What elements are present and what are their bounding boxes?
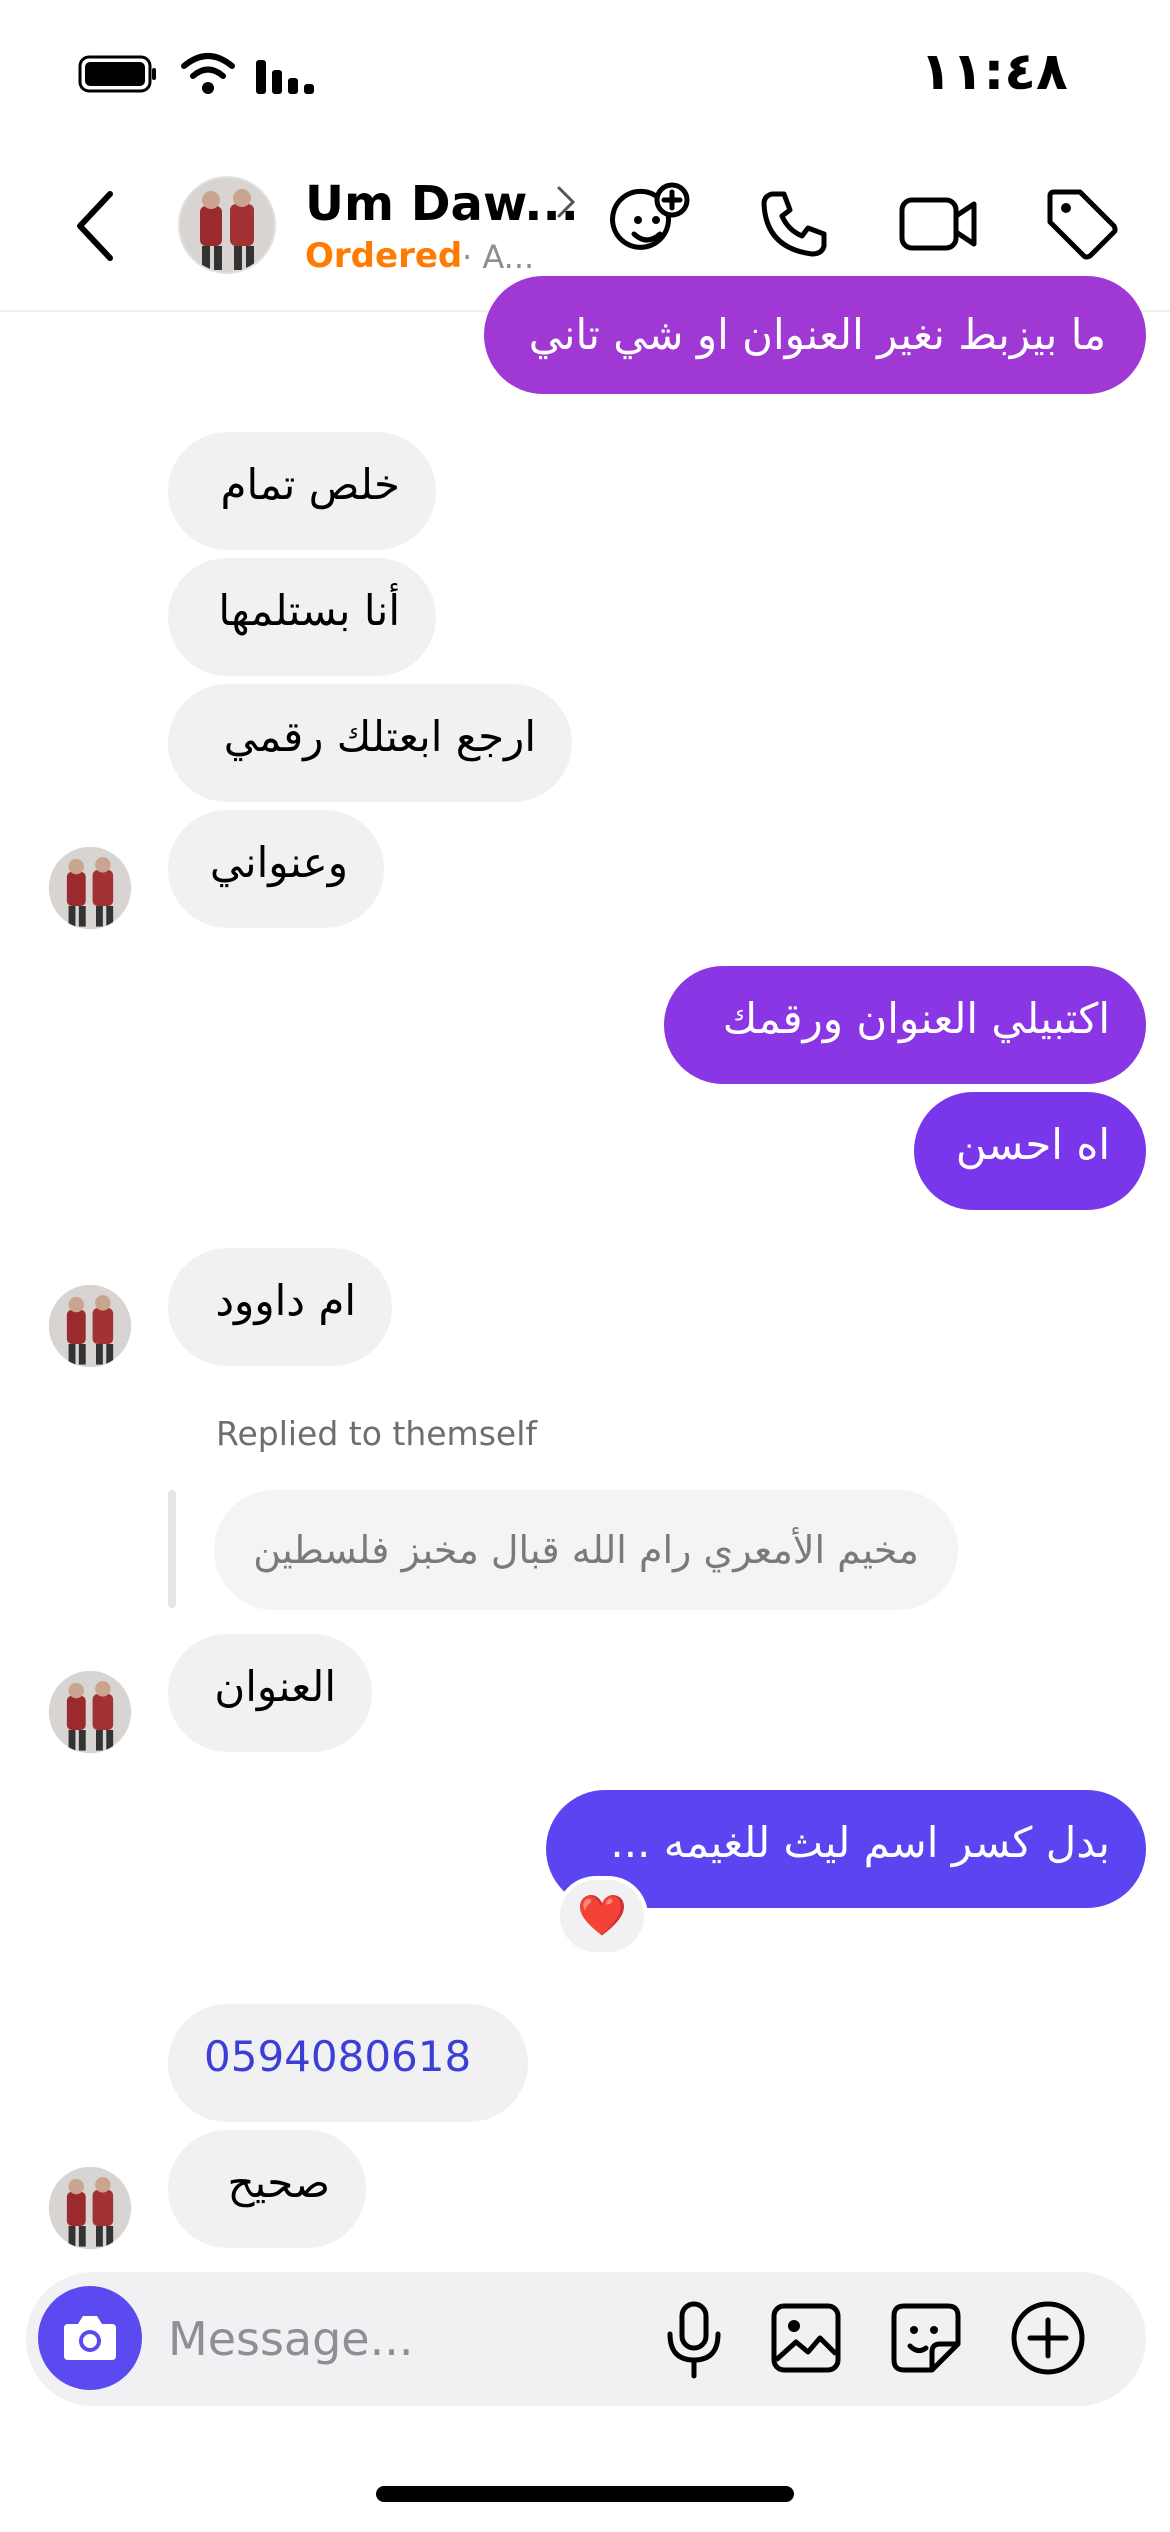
gallery-icon[interactable] <box>768 2300 844 2376</box>
message-bubble-incoming[interactable]: ام داوود <box>168 1248 392 1366</box>
home-indicator <box>376 2486 794 2502</box>
message-bubble-outgoing[interactable]: ما بيزبط نغير العنوان او شي تاني <box>484 276 1146 394</box>
chevron-right-icon[interactable] <box>555 184 577 220</box>
avatar[interactable] <box>48 2166 132 2250</box>
message-bubble-incoming[interactable]: خلص تمام <box>168 432 436 550</box>
avatar[interactable] <box>178 176 276 274</box>
status-time: ١١:٤٨ <box>920 42 1068 102</box>
video-icon[interactable] <box>898 188 980 260</box>
heart-reaction-icon[interactable]: ❤️ <box>556 1876 648 1956</box>
avatar[interactable] <box>48 1670 132 1754</box>
message-bubble-incoming[interactable]: صحيح <box>168 2130 366 2248</box>
message-bubble-outgoing[interactable]: اكتبيلي العنوان ورقمك <box>664 966 1146 1084</box>
face-plus-icon[interactable] <box>610 182 690 262</box>
message-bubble-incoming[interactable]: العنوان <box>168 1634 372 1752</box>
message-bubble-incoming[interactable]: أنا بستلمها <box>168 558 436 676</box>
reply-indicator-bar <box>168 1490 176 1608</box>
plus-icon[interactable] <box>1008 2298 1088 2378</box>
message-input[interactable] <box>168 2304 618 2374</box>
reply-label: Replied to themself <box>216 1414 537 1453</box>
wifi-icon <box>181 53 235 94</box>
camera-button[interactable] <box>38 2286 142 2390</box>
message-bubble-incoming[interactable]: وعنواني <box>168 810 384 928</box>
reply-quote[interactable]: مخيم الأمعري رام الله قبال مخبز فلسطين <box>214 1490 958 1610</box>
order-status: Ordered <box>305 236 463 276</box>
message-bubble-incoming-phone[interactable]: 0594080618 <box>168 2004 528 2122</box>
microphone-icon[interactable] <box>658 2298 730 2382</box>
signal-icon <box>256 60 314 94</box>
avatar[interactable] <box>48 846 132 930</box>
sticker-icon[interactable] <box>886 2298 966 2378</box>
contact-subtitle: · A... <box>462 238 535 276</box>
battery-icon <box>78 55 156 93</box>
avatar[interactable] <box>48 1284 132 1368</box>
phone-icon[interactable] <box>758 188 830 260</box>
back-icon[interactable] <box>70 188 120 264</box>
camera-icon <box>64 2316 116 2360</box>
message-bubble-incoming[interactable]: ارجع ابعتلك رقمي <box>168 684 572 802</box>
contact-name[interactable]: Um Daw... <box>305 176 579 232</box>
tag-icon[interactable] <box>1044 186 1120 262</box>
message-bubble-outgoing[interactable]: اه احسن <box>914 1092 1146 1210</box>
